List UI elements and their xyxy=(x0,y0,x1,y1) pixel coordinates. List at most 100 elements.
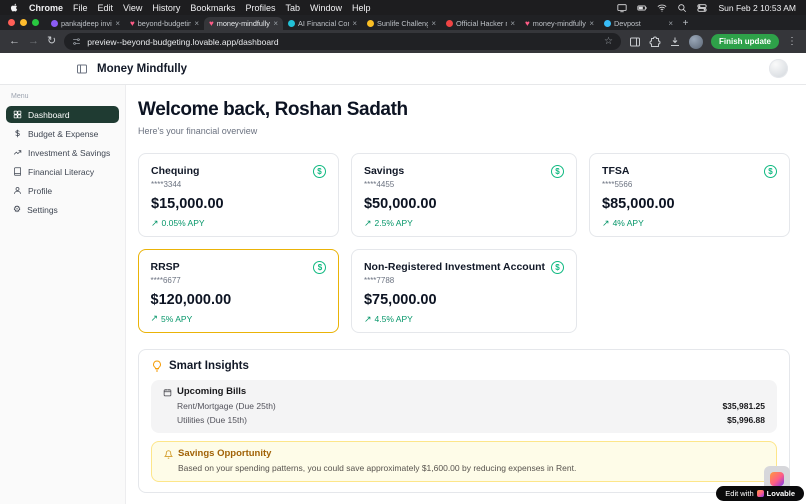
sidebar-item-dashboard[interactable]: Dashboard xyxy=(6,106,119,123)
menubar-item-help[interactable]: Help xyxy=(352,3,371,13)
page-heading: Welcome back, Roshan Sadath xyxy=(138,99,408,120)
account-cards-grid: Chequing $ ****3344 $15,000.00 ↗ 0.05% AP… xyxy=(138,153,790,333)
finish-update-button[interactable]: Finish update xyxy=(711,34,779,49)
browser-toolbar: ← → ↻ preview--beyond-budgeting.lovable.… xyxy=(0,30,806,53)
extensions-puzzle-icon[interactable] xyxy=(649,36,661,48)
browser-tab[interactable]: ♥ beyond-budgeting × xyxy=(125,17,204,30)
tab-close-icon[interactable]: × xyxy=(510,19,515,28)
browser-tab[interactable]: AI Financial Compa... × xyxy=(283,17,362,30)
browser-tab[interactable]: Sunlife Challenge × xyxy=(362,17,441,30)
tab-label: beyond-budgeting xyxy=(137,19,192,28)
minimize-window-button[interactable] xyxy=(20,19,27,26)
zoom-window-button[interactable] xyxy=(32,19,39,26)
edit-with-lovable-badge[interactable]: Edit with Lovable xyxy=(716,486,804,501)
account-card-savings[interactable]: Savings $ ****4455 $50,000.00 ↗ 2.5% APY xyxy=(350,153,578,237)
display-icon[interactable] xyxy=(616,3,627,13)
browser-tab[interactable]: ♥ money-mindfully × xyxy=(520,17,599,30)
screen: Chrome File Edit View History Bookmarks … xyxy=(0,0,806,504)
side-panel-icon[interactable] xyxy=(629,36,641,48)
account-apy: 5% APY xyxy=(161,313,193,324)
menubar-item-window[interactable]: Window xyxy=(310,3,342,13)
browser-tab[interactable]: pankajdeep invited... × xyxy=(46,17,125,30)
tab-label: Official Hacker man... xyxy=(456,19,507,28)
window-controls xyxy=(6,15,46,30)
bookmark-star-icon[interactable]: ☆ xyxy=(604,36,613,47)
spotlight-search-icon[interactable] xyxy=(677,3,687,13)
sidebar-item-label: Budget & Expense xyxy=(28,128,99,139)
menubar-item-tab[interactable]: Tab xyxy=(285,3,300,13)
account-number: ****5566 xyxy=(602,180,633,189)
account-number: ****3344 xyxy=(151,180,182,189)
account-name: Non-Registered Investment Account xyxy=(363,261,546,273)
bill-label: Utilities (Due 15th) xyxy=(177,415,247,425)
tab-close-icon[interactable]: × xyxy=(194,19,199,28)
menubar-clock[interactable]: Sun Feb 2 10:53 AM xyxy=(719,3,797,13)
lovable-heart-icon xyxy=(756,490,764,497)
account-apy: 2.5% APY xyxy=(374,218,413,228)
back-button[interactable]: ← xyxy=(9,36,20,47)
tab-close-icon[interactable]: × xyxy=(352,19,357,28)
menubar-item-history[interactable]: History xyxy=(152,3,180,13)
user-icon xyxy=(13,186,22,195)
dollar-circle-icon: $ xyxy=(551,165,565,178)
tab-close-icon[interactable]: × xyxy=(273,19,278,28)
sidebar-item-label: Dashboard xyxy=(28,109,70,120)
account-name: Chequing xyxy=(151,165,200,177)
tab-close-icon[interactable]: × xyxy=(431,19,436,28)
account-number: ****6677 xyxy=(150,275,181,285)
sidebar-item-profile[interactable]: Profile xyxy=(6,182,119,199)
battery-icon[interactable] xyxy=(636,3,647,13)
sidebar-section-label: Menu xyxy=(11,93,29,100)
tab-close-icon[interactable]: × xyxy=(589,19,594,28)
dollar-circle-icon: $ xyxy=(313,260,327,274)
menubar-item-view[interactable]: View xyxy=(123,3,142,13)
account-card-chequing[interactable]: Chequing $ ****3344 $15,000.00 ↗ 0.05% AP… xyxy=(138,153,339,237)
close-window-button[interactable] xyxy=(8,19,15,26)
forward-button[interactable]: → xyxy=(28,36,39,47)
sidebar-item-settings[interactable]: ⚙ Settings xyxy=(6,201,119,218)
browser-tab-active[interactable]: ♥ money-mindfully × xyxy=(204,17,283,30)
account-balance: $120,000.00 xyxy=(150,291,232,308)
apple-menu-icon[interactable] xyxy=(10,3,19,12)
account-card-tfsa[interactable]: TFSA $ ****5566 $85,000.00 ↗ 4% APY xyxy=(589,153,790,237)
tab-label: AI Financial Compa... xyxy=(298,19,349,28)
browser-tab[interactable]: Devpost × xyxy=(599,17,678,30)
reload-button[interactable]: ↻ xyxy=(47,36,56,47)
badge-brand: Lovable xyxy=(766,489,795,498)
calendar-icon xyxy=(163,388,172,397)
menubar-item-bookmarks[interactable]: Bookmarks xyxy=(190,3,235,13)
account-card-non-registered[interactable]: Non-Registered Investment Account $ ****… xyxy=(350,249,578,333)
account-balance: $50,000.00 xyxy=(363,196,437,212)
sidebar-item-investment-savings[interactable]: Investment & Savings xyxy=(6,144,119,161)
insights-title: Smart Insights xyxy=(169,360,249,372)
app-title: Money Mindfully xyxy=(97,62,188,75)
dashboard-grid-icon xyxy=(13,110,22,119)
menubar-item-profiles[interactable]: Profiles xyxy=(245,3,275,13)
menubar-item-file[interactable]: File xyxy=(73,3,88,13)
account-card-rrsp-highlighted[interactable]: RRSP $ ****6677 $120,000.00 ↗ 5% APY xyxy=(138,249,339,333)
new-tab-button[interactable]: + xyxy=(678,17,693,30)
user-avatar[interactable] xyxy=(769,59,788,78)
account-balance: $15,000.00 xyxy=(151,196,224,212)
tab-close-icon[interactable]: × xyxy=(668,19,673,28)
upcoming-bills-panel: Upcoming Bills Rent/Mortgage (Due 25th) … xyxy=(151,380,777,433)
chrome-menu-button[interactable]: ⋮ xyxy=(787,36,797,47)
app-header: Money Mindfully xyxy=(0,53,806,85)
tab-close-icon[interactable]: × xyxy=(115,19,120,28)
browser-profile-avatar[interactable] xyxy=(689,34,703,49)
site-settings-icon[interactable] xyxy=(72,37,81,46)
sidebar-toggle-button[interactable] xyxy=(76,63,88,75)
tab-favicon xyxy=(367,20,374,27)
downloads-icon[interactable] xyxy=(669,36,681,48)
sidebar-item-budget-expense[interactable]: Budget & Expense xyxy=(6,125,119,142)
control-center-icon[interactable] xyxy=(696,3,707,13)
wifi-icon[interactable] xyxy=(657,3,667,13)
account-apy: 4.5% APY xyxy=(374,314,413,324)
browser-tab[interactable]: Official Hacker man... × xyxy=(441,17,520,30)
sidebar-item-label: Investment & Savings xyxy=(28,147,111,158)
menubar-item-chrome[interactable]: Chrome xyxy=(29,3,63,13)
sidebar-item-financial-literacy[interactable]: Financial Literacy xyxy=(6,163,119,180)
menubar-item-edit[interactable]: Edit xyxy=(98,3,114,13)
tab-favicon xyxy=(604,20,611,27)
address-bar[interactable]: preview--beyond-budgeting.lovable.app/da… xyxy=(64,33,621,50)
